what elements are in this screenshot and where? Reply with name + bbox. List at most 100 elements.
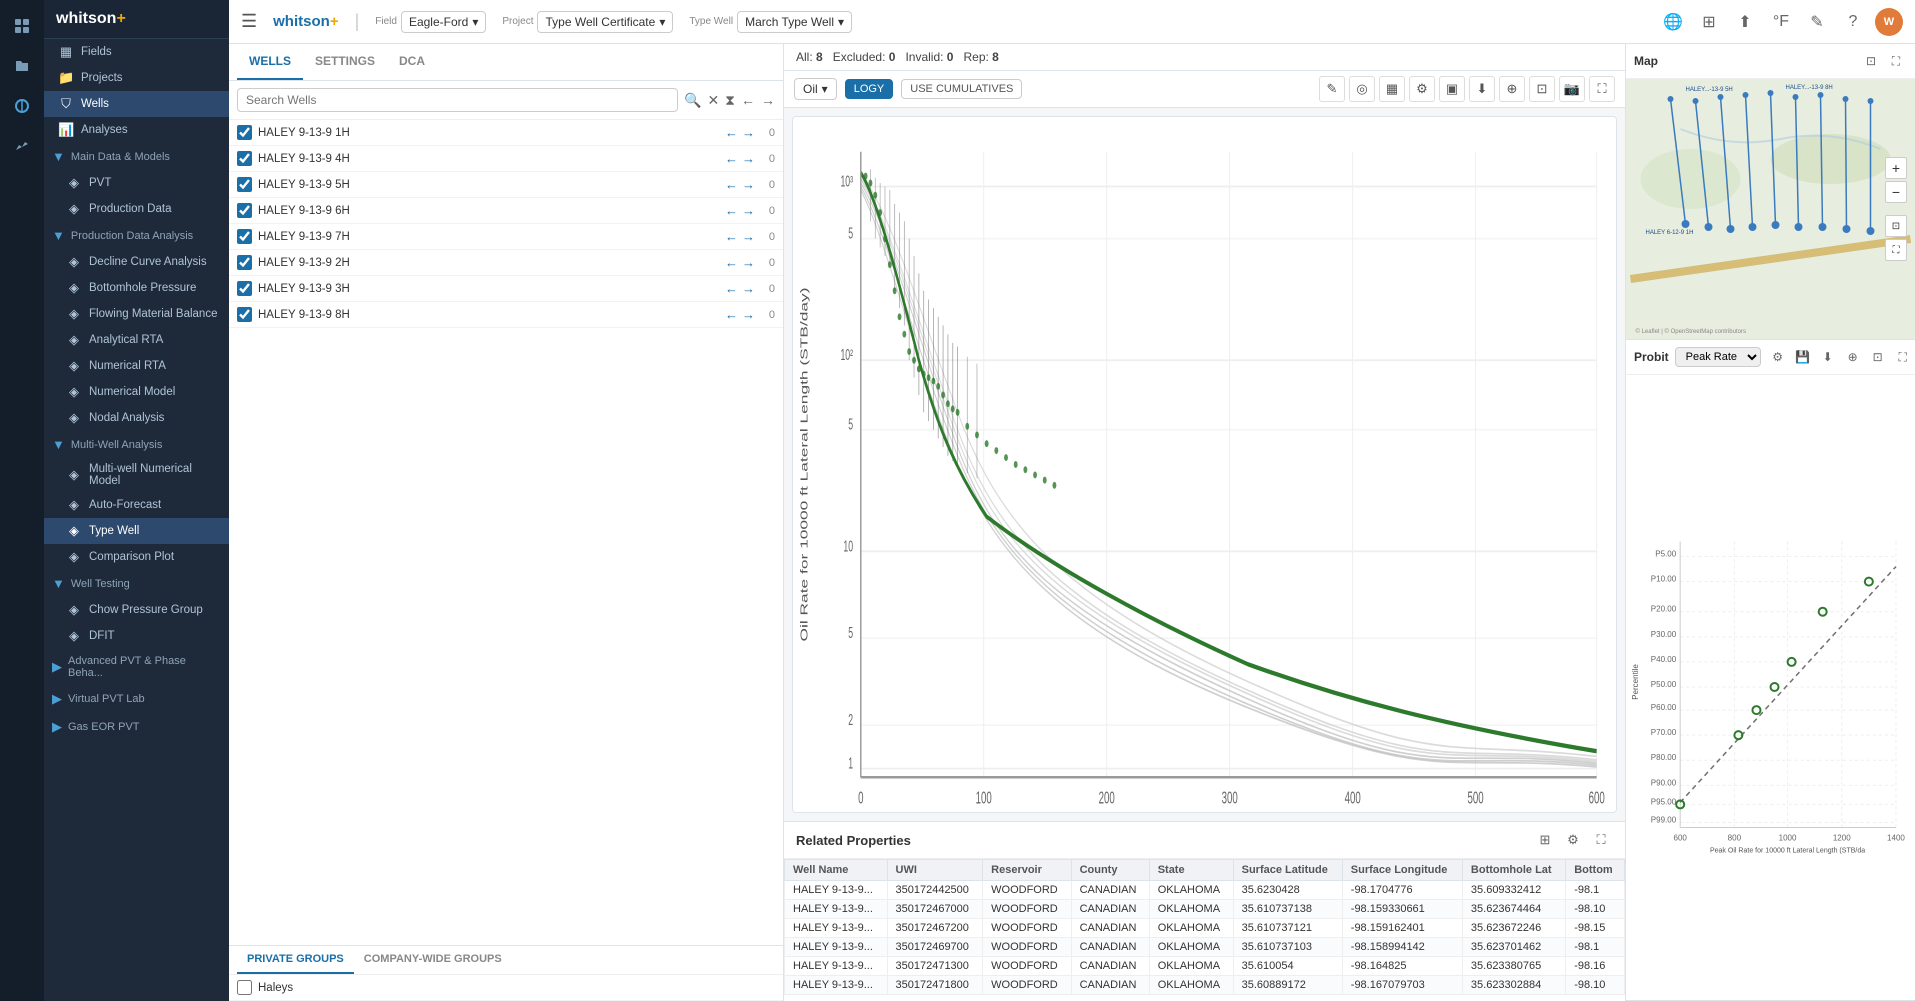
search-input[interactable] bbox=[237, 88, 678, 112]
well-arrow-left-7[interactable]: ← bbox=[725, 307, 738, 322]
tab-wells[interactable]: WELLS bbox=[237, 44, 303, 80]
share-icon[interactable]: ⬆ bbox=[1731, 8, 1759, 36]
related-props-expand-icon[interactable]: ⛶ bbox=[1589, 828, 1613, 852]
well-checkbox-7[interactable] bbox=[237, 307, 252, 322]
well-arrow-right-0[interactable]: → bbox=[742, 125, 755, 140]
map-collapse-icon[interactable]: ⊡ bbox=[1860, 50, 1882, 72]
settings-tool[interactable]: ⚙ bbox=[1409, 76, 1435, 102]
sidebar-item-bh-pressure[interactable]: ◈ Bottomhole Pressure bbox=[44, 275, 229, 301]
sidebar-item-fmb[interactable]: ◈ Flowing Material Balance bbox=[44, 301, 229, 327]
map-expand-icon[interactable]: ⛶ bbox=[1885, 50, 1907, 72]
sidebar-item-chow[interactable]: ◈ Chow Pressure Group bbox=[44, 597, 229, 623]
sidebar-item-wells[interactable]: ⛉ Wells bbox=[44, 91, 229, 117]
well-arrow-right-6[interactable]: → bbox=[742, 281, 755, 296]
well-checkbox-0[interactable] bbox=[237, 125, 252, 140]
globe-icon[interactable]: 🌐 bbox=[1659, 8, 1687, 36]
well-arrow-right-7[interactable]: → bbox=[742, 307, 755, 322]
well-arrow-left-2[interactable]: ← bbox=[725, 177, 738, 192]
sidebar-item-numerical-model[interactable]: ◈ Numerical Model bbox=[44, 379, 229, 405]
well-arrow-right-5[interactable]: → bbox=[742, 255, 755, 270]
well-checkbox-3[interactable] bbox=[237, 203, 252, 218]
project-dropdown[interactable]: Type Well Certificate ▾ bbox=[537, 11, 673, 33]
logy-btn[interactable]: LOGY bbox=[845, 79, 894, 99]
map-icon-1[interactable]: ⊡ bbox=[1885, 215, 1907, 237]
well-checkbox-5[interactable] bbox=[237, 255, 252, 270]
section-pda[interactable]: ▼ Production Data Analysis bbox=[44, 222, 229, 249]
field-dropdown[interactable]: Eagle-Ford ▾ bbox=[401, 11, 486, 33]
tab-private-groups[interactable]: PRIVATE GROUPS bbox=[237, 946, 354, 974]
related-props-settings-icon[interactable]: ⚙ bbox=[1561, 828, 1585, 852]
group-checkbox-haleys[interactable] bbox=[237, 980, 252, 995]
probit-download-icon[interactable]: ⬇ bbox=[1817, 346, 1839, 368]
sidebar-item-auto-forecast[interactable]: ◈ Auto-Forecast bbox=[44, 492, 229, 518]
type-well-dropdown[interactable]: March Type Well ▾ bbox=[737, 11, 852, 33]
expand-tool[interactable]: ⛶ bbox=[1589, 76, 1615, 102]
sidebar-item-nodal-analysis[interactable]: ◈ Nodal Analysis bbox=[44, 405, 229, 431]
tab-settings[interactable]: SETTINGS bbox=[303, 44, 387, 80]
zoom-reset-tool[interactable]: ⊡ bbox=[1529, 76, 1555, 102]
temp-icon[interactable]: °F bbox=[1767, 8, 1795, 36]
probit-zoom-icon[interactable]: ⊕ bbox=[1842, 346, 1864, 368]
sidebar-item-dca[interactable]: ◈ Decline Curve Analysis bbox=[44, 249, 229, 275]
well-arrow-left-0[interactable]: ← bbox=[725, 125, 738, 140]
map-zoom-in[interactable]: + bbox=[1885, 157, 1907, 179]
sidebar-item-analytical-rta[interactable]: ◈ Analytical RTA bbox=[44, 327, 229, 353]
sidebar-item-numerical-rta[interactable]: ◈ Numerical RTA bbox=[44, 353, 229, 379]
forward-arrow-icon[interactable]: → bbox=[761, 92, 775, 108]
lasso-tool[interactable]: ◎ bbox=[1349, 76, 1375, 102]
sidebar-item-analyses[interactable]: 📊 Analyses bbox=[44, 117, 229, 143]
probit-expand-icon[interactable]: ⛶ bbox=[1892, 346, 1914, 368]
chart-type-dropdown[interactable]: Oil ▾ bbox=[794, 78, 837, 100]
map-zoom-out[interactable]: − bbox=[1885, 181, 1907, 203]
well-arrow-right-4[interactable]: → bbox=[742, 229, 755, 244]
probit-settings-icon[interactable]: ⚙ bbox=[1767, 346, 1789, 368]
filter-icon[interactable]: ⧗ bbox=[725, 92, 735, 109]
section-well-testing[interactable]: ▼ Well Testing bbox=[44, 570, 229, 597]
well-checkbox-2[interactable] bbox=[237, 177, 252, 192]
fields-icon[interactable] bbox=[4, 8, 40, 44]
section-advanced-pvt[interactable]: ▶ Advanced PVT & Phase Beha... bbox=[44, 649, 229, 685]
sidebar-item-type-well[interactable]: ◈ Type Well bbox=[44, 518, 229, 544]
analyses-icon[interactable] bbox=[4, 128, 40, 164]
sidebar-item-pvt[interactable]: ◈ PVT bbox=[44, 170, 229, 196]
well-arrow-right-1[interactable]: → bbox=[742, 151, 755, 166]
help-icon[interactable]: ? bbox=[1839, 8, 1867, 36]
sidebar-item-fields[interactable]: ▦ Fields bbox=[44, 39, 229, 65]
search-icon[interactable]: 🔍 bbox=[684, 92, 701, 109]
probit-collapse-icon[interactable]: ⊡ bbox=[1867, 346, 1889, 368]
well-checkbox-6[interactable] bbox=[237, 281, 252, 296]
probit-save-icon[interactable]: 💾 bbox=[1792, 346, 1814, 368]
grid-icon[interactable]: ⊞ bbox=[1695, 8, 1723, 36]
probit-mode-dropdown[interactable]: Peak Rate EUR IP30 bbox=[1675, 347, 1761, 367]
well-arrow-right-2[interactable]: → bbox=[742, 177, 755, 192]
projects-icon[interactable] bbox=[4, 48, 40, 84]
tab-company-groups[interactable]: COMPANY-WIDE GROUPS bbox=[354, 946, 512, 974]
sidebar-item-projects[interactable]: 📁 Projects bbox=[44, 65, 229, 91]
well-checkbox-1[interactable] bbox=[237, 151, 252, 166]
zoom-in-tool[interactable]: ⊕ bbox=[1499, 76, 1525, 102]
back-arrow-icon[interactable]: ← bbox=[741, 92, 755, 108]
well-arrow-right-3[interactable]: → bbox=[742, 203, 755, 218]
menu-toggle[interactable]: ☰ bbox=[241, 11, 257, 32]
well-arrow-left-3[interactable]: ← bbox=[725, 203, 738, 218]
sidebar-item-production-data[interactable]: ◈ Production Data bbox=[44, 196, 229, 222]
clear-search-icon[interactable]: ✕ bbox=[707, 92, 719, 109]
sidebar-item-comparison-plot[interactable]: ◈ Comparison Plot bbox=[44, 544, 229, 570]
section-mwa[interactable]: ▼ Multi-Well Analysis bbox=[44, 431, 229, 458]
cumulative-btn[interactable]: USE CUMULATIVES bbox=[901, 79, 1022, 99]
download-tool[interactable]: ⬇ bbox=[1469, 76, 1495, 102]
section-main-data[interactable]: ▼ Main Data & Models bbox=[44, 143, 229, 170]
table-tool[interactable]: ▦ bbox=[1379, 76, 1405, 102]
user-avatar[interactable]: W bbox=[1875, 8, 1903, 36]
well-arrow-left-4[interactable]: ← bbox=[725, 229, 738, 244]
image-tool[interactable]: 📷 bbox=[1559, 76, 1585, 102]
well-arrow-left-6[interactable]: ← bbox=[725, 281, 738, 296]
section-gas-eor[interactable]: ▶ Gas EOR PVT bbox=[44, 713, 229, 741]
related-props-columns-icon[interactable]: ⊞ bbox=[1533, 828, 1557, 852]
edit-icon[interactable]: ✎ bbox=[1803, 8, 1831, 36]
map-icon-2[interactable]: ⛶ bbox=[1885, 239, 1907, 261]
wells-icon[interactable] bbox=[4, 88, 40, 124]
sidebar-item-mwn[interactable]: ◈ Multi-well Numerical Model bbox=[44, 458, 229, 492]
draw-tool[interactable]: ✎ bbox=[1319, 76, 1345, 102]
well-arrow-left-5[interactable]: ← bbox=[725, 255, 738, 270]
